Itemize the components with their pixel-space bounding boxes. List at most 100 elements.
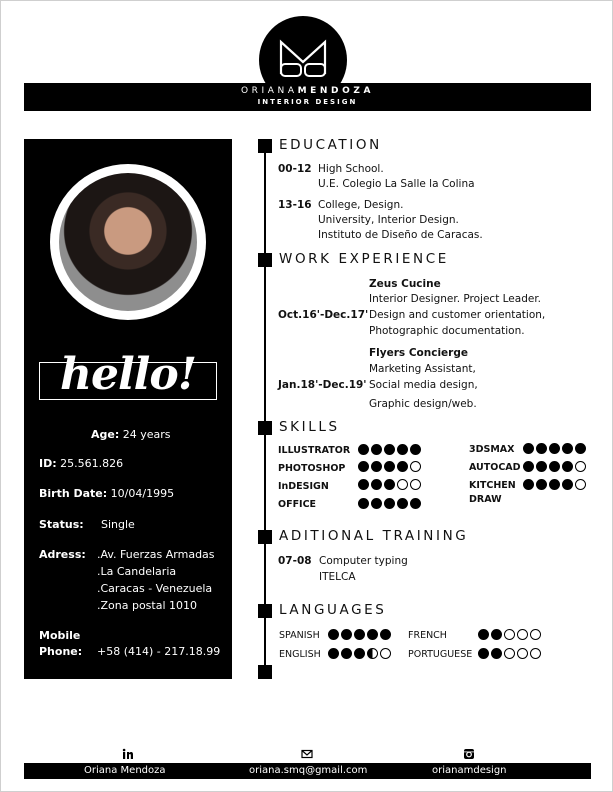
address-label: Adress:: [39, 548, 86, 561]
education-years: 00-12: [278, 163, 312, 175]
rating-dot: [530, 629, 541, 640]
training-line: ITELCA: [319, 571, 356, 583]
mail-icon: [301, 749, 313, 759]
rating-dot: [575, 443, 586, 454]
rating-dot: [575, 461, 586, 472]
rating-dot: [491, 629, 502, 640]
skill-label: PHOTOSHOP: [278, 463, 346, 474]
footer-instagram[interactable]: orianamdesign: [432, 765, 507, 776]
work-dates: Oct.16'-Dec.17': [278, 309, 369, 321]
rating-dot: [397, 498, 408, 509]
rating-dot: [549, 461, 560, 472]
skill-rating: [523, 443, 586, 454]
work-company: Zeus Cucine: [369, 278, 441, 290]
birth-line: Birth Date: 10/04/1995: [39, 487, 174, 500]
name-last: MENDOZA: [297, 86, 375, 96]
id-label: ID:: [39, 457, 57, 470]
rating-dot: [354, 648, 365, 659]
skill-rating: [358, 461, 421, 472]
rating-dot: [328, 629, 339, 640]
training-years: 07-08: [278, 555, 312, 567]
rating-dot: [328, 648, 339, 659]
skill-rating: [358, 444, 421, 455]
skill-label: OFFICE: [278, 499, 317, 510]
education-line: University, Interior Design.: [318, 214, 459, 226]
rating-dot: [384, 498, 395, 509]
education-line: College, Design.: [318, 199, 404, 211]
education-years: 13-16: [278, 199, 312, 211]
rating-dot: [380, 629, 391, 640]
header-bar: ORIANAMENDOZA INTERIOR DESIGN: [24, 83, 591, 111]
language-rating: [328, 629, 391, 640]
skill-label: ILLUSTRATOR: [278, 445, 351, 456]
timeline-marker: [258, 139, 272, 153]
rating-dot: [371, 479, 382, 490]
timeline-marker: [258, 665, 272, 679]
header-title: INTERIOR DESIGN: [257, 98, 358, 106]
work-dates: Jan.18'-Dec.19': [278, 379, 367, 391]
rating-dot: [523, 479, 534, 490]
status-label: Status:: [39, 518, 84, 531]
language-rating: [478, 648, 541, 659]
training-title: ADITIONAL TRAINING: [279, 528, 469, 544]
age-label: Age:: [91, 428, 120, 441]
rating-dot: [341, 648, 352, 659]
rating-dot: [491, 648, 502, 659]
rating-dot: [523, 443, 534, 454]
rating-dot: [410, 479, 421, 490]
rating-dot: [536, 479, 547, 490]
education-line: Instituto de Diseño de Caracas.: [318, 229, 483, 241]
timeline-marker: [258, 604, 272, 618]
profile-panel: hello! Age: 24 years ID: 25.561.826 Birt…: [24, 139, 232, 679]
skill-rating: [523, 461, 586, 472]
skill-label: AUTOCAD: [469, 462, 521, 473]
rating-dot: [536, 461, 547, 472]
rating-dot: [562, 461, 573, 472]
work-title: WORK EXPERIENCE: [279, 251, 449, 267]
address-line: .La Candelaria: [97, 565, 177, 578]
address-line: .Caracas - Venezuela: [97, 582, 213, 595]
rating-dot: [517, 648, 528, 659]
rating-dot: [530, 648, 541, 659]
id-line: ID: 25.561.826: [39, 457, 123, 470]
resume-page: ORIANAMENDOZA INTERIOR DESIGN hello! Age…: [0, 0, 613, 792]
education-line: High School.: [318, 163, 384, 175]
phone-value: +58 (414) - 217.18.99: [97, 645, 221, 658]
language-rating: [328, 648, 391, 659]
rating-dot: [410, 444, 421, 455]
language-label: PORTUGUESE: [408, 649, 473, 660]
rating-dot: [397, 461, 408, 472]
work-company: Flyers Concierge: [369, 347, 468, 359]
rating-dot: [504, 629, 515, 640]
timeline-marker: [258, 530, 272, 544]
rating-dot: [354, 629, 365, 640]
rating-dot: [478, 648, 489, 659]
hello-box: hello!: [39, 349, 217, 400]
rating-dot: [341, 629, 352, 640]
rating-dot: [358, 444, 369, 455]
id-value: 25.561.826: [60, 457, 124, 470]
skill-label: 3DSMAX: [469, 444, 515, 455]
skill-label: DRAW: [469, 494, 502, 505]
work-line: Design and customer orientation,: [369, 309, 546, 321]
rating-dot: [562, 443, 573, 454]
instagram-icon: [464, 749, 474, 759]
skill-rating: [523, 479, 586, 490]
rating-dot: [358, 479, 369, 490]
rating-dot: [523, 461, 534, 472]
work-line: Interior Designer. Project Leader.: [369, 293, 542, 305]
linkedin-icon: [122, 748, 133, 759]
languages-title: LANGUAGES: [279, 602, 387, 618]
work-line: Marketing Assistant,: [369, 363, 476, 375]
footer-linkedin[interactable]: Oriana Mendoza: [84, 765, 166, 776]
work-line: Social media design,: [369, 379, 478, 391]
rating-dot: [384, 461, 395, 472]
footer-bar: Oriana Mendoza oriana.smq@gmail.com oria…: [24, 763, 591, 779]
timeline: [264, 141, 266, 671]
rating-dot: [358, 461, 369, 472]
skill-rating: [358, 479, 421, 490]
hello-text: hello!: [59, 349, 197, 400]
age-line: Age: 24 years: [91, 428, 171, 441]
training-line: Computer typing: [319, 555, 408, 567]
footer-email[interactable]: oriana.smq@gmail.com: [249, 765, 367, 776]
